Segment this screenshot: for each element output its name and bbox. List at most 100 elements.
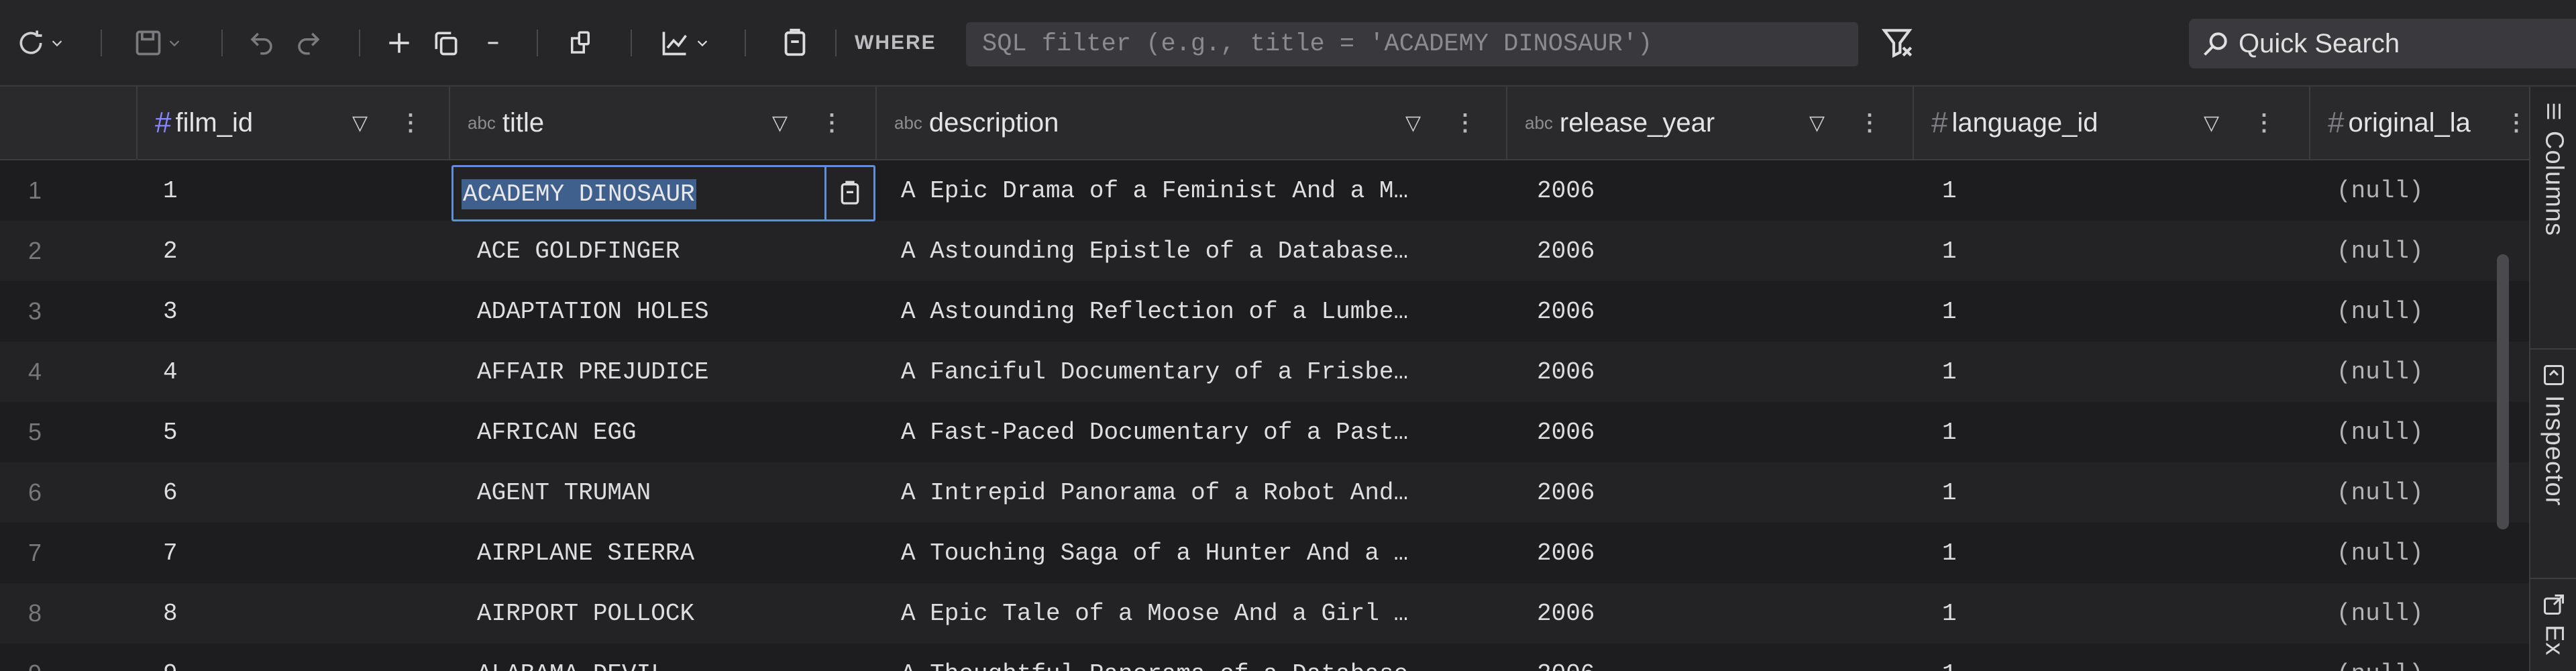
- cell-original-language-id[interactable]: (null): [2337, 462, 2511, 523]
- quick-search-box[interactable]: [2189, 19, 2576, 68]
- cell-description[interactable]: A Astounding Reflection of a Lumbe…: [901, 281, 1491, 342]
- cell-original-language-id[interactable]: (null): [2337, 523, 2511, 583]
- filter-icon[interactable]: ▽: [772, 111, 788, 135]
- cell-release-year[interactable]: 2006: [1537, 583, 1899, 643]
- cell-language-id[interactable]: 1: [1942, 402, 2291, 462]
- cell-release-year[interactable]: 2006: [1537, 160, 1899, 221]
- cell-release-year[interactable]: 2006: [1537, 221, 1899, 281]
- cell-language-id[interactable]: 1: [1942, 462, 2291, 523]
- table-row[interactable]: 4 4 AFFAIR PREJUDICE A Fanciful Document…: [0, 342, 2529, 402]
- cell-film-id[interactable]: 2: [163, 221, 445, 281]
- vertical-scrollbar[interactable]: [2497, 254, 2509, 529]
- tab-inspector[interactable]: Inspector: [2530, 350, 2576, 579]
- cell-title[interactable]: AIRPLANE SIERRA: [477, 523, 866, 583]
- cell-original-language-id[interactable]: (null): [2337, 643, 2511, 671]
- cell-title[interactable]: AFRICAN EGG: [477, 402, 866, 462]
- cell-description[interactable]: A Fast-Paced Documentary of a Past…: [901, 402, 1491, 462]
- duplicate-row-button[interactable]: [423, 0, 470, 85]
- filter-icon[interactable]: ▽: [2204, 111, 2219, 135]
- cell-film-id[interactable]: 9: [163, 643, 445, 671]
- refresh-button[interactable]: [7, 0, 74, 85]
- column-header-language-id[interactable]: # language_id ▽ ⋮: [1914, 87, 2310, 159]
- column-header-title[interactable]: abc title ▽ ⋮: [450, 87, 877, 159]
- cell-film-id[interactable]: 4: [163, 342, 445, 402]
- cell-language-id[interactable]: 1: [1942, 523, 2291, 583]
- redo-button[interactable]: [285, 0, 332, 85]
- cell-description[interactable]: A Fanciful Documentary of a Frisbe…: [901, 342, 1491, 402]
- table-row[interactable]: 2 2 ACE GOLDFINGER A Astounding Epistle …: [0, 221, 2529, 281]
- cell-description[interactable]: A Epic Tale of a Moose And a Girl …: [901, 583, 1491, 643]
- cell-description[interactable]: A Intrepid Panorama of a Robot And…: [901, 462, 1491, 523]
- cell-original-language-id[interactable]: (null): [2337, 342, 2511, 402]
- cell-film-id[interactable]: 3: [163, 281, 445, 342]
- cell-title[interactable]: ACE GOLDFINGER: [477, 221, 866, 281]
- cell-language-id[interactable]: 1: [1942, 221, 2291, 281]
- cell-description[interactable]: A Epic Drama of a Feminist And a M…: [901, 160, 1491, 221]
- cell-original-language-id[interactable]: (null): [2337, 160, 2511, 221]
- tab-export[interactable]: Ex: [2530, 579, 2576, 671]
- table-row[interactable]: 1 1 A Epic Drama of a Feminist And a M… …: [0, 160, 2529, 221]
- cell-film-id[interactable]: 7: [163, 523, 445, 583]
- sql-filter-input[interactable]: [966, 22, 1858, 66]
- cell-release-year[interactable]: 2006: [1537, 342, 1899, 402]
- column-menu-icon[interactable]: ⋮: [820, 109, 843, 136]
- cell-language-id[interactable]: 1: [1942, 342, 2291, 402]
- filter-icon[interactable]: ▽: [1405, 111, 1421, 135]
- filter-icon[interactable]: ▽: [352, 111, 368, 135]
- column-header-description[interactable]: abc description ▽ ⋮: [877, 87, 1507, 159]
- delete-row-button[interactable]: [470, 0, 517, 85]
- table-row[interactable]: 7 7 AIRPLANE SIERRA A Touching Saga of a…: [0, 523, 2529, 583]
- clipboard-button[interactable]: [768, 0, 822, 85]
- undo-button[interactable]: [238, 0, 285, 85]
- add-row-button[interactable]: [376, 0, 423, 85]
- cell-film-id[interactable]: 1: [163, 160, 445, 221]
- cell-film-id[interactable]: 6: [163, 462, 445, 523]
- column-header-original-language-id[interactable]: # original_la ⋮: [2310, 87, 2529, 159]
- column-menu-icon[interactable]: ⋮: [2505, 109, 2528, 136]
- cell-original-language-id[interactable]: (null): [2337, 583, 2511, 643]
- selected-cell-title[interactable]: ACADEMY DINOSAUR: [451, 165, 875, 221]
- cell-description[interactable]: A Thoughtful Panorama of a Database…: [901, 643, 1491, 671]
- column-menu-icon[interactable]: ⋮: [1858, 109, 1881, 136]
- cell-release-year[interactable]: 2006: [1537, 402, 1899, 462]
- cell-title[interactable]: ALABAMA DEVIL: [477, 643, 866, 671]
- cell-description[interactable]: A Touching Saga of a Hunter And a …: [901, 523, 1491, 583]
- cell-title[interactable]: AGENT TRUMAN: [477, 462, 866, 523]
- column-header-film-id[interactable]: # film_id ▽ ⋮: [138, 87, 450, 159]
- cell-original-language-id[interactable]: (null): [2337, 402, 2511, 462]
- cell-title[interactable]: ADAPTATION HOLES: [477, 281, 866, 342]
- cell-original-language-id[interactable]: (null): [2337, 221, 2511, 281]
- table-row[interactable]: 3 3 ADAPTATION HOLES A Astounding Reflec…: [0, 281, 2529, 342]
- clear-filter-button[interactable]: [1865, 0, 1932, 85]
- chart-button[interactable]: [647, 0, 721, 85]
- table-row[interactable]: 5 5 AFRICAN EGG A Fast-Paced Documentary…: [0, 402, 2529, 462]
- selected-cell-text[interactable]: ACADEMY DINOSAUR: [462, 179, 696, 209]
- cell-release-year[interactable]: 2006: [1537, 462, 1899, 523]
- table-row[interactable]: 6 6 AGENT TRUMAN A Intrepid Panorama of …: [0, 462, 2529, 523]
- quick-search-input[interactable]: [2237, 28, 2562, 60]
- cell-film-id[interactable]: 5: [163, 402, 445, 462]
- cell-film-id[interactable]: 8: [163, 583, 445, 643]
- cell-release-year[interactable]: 2006: [1537, 281, 1899, 342]
- column-header-release-year[interactable]: abc release_year ▽ ⋮: [1507, 87, 1914, 159]
- cell-title[interactable]: AFFAIR PREJUDICE: [477, 342, 866, 402]
- cell-release-year[interactable]: 2006: [1537, 523, 1899, 583]
- column-menu-icon[interactable]: ⋮: [1454, 109, 1477, 136]
- save-button[interactable]: [121, 0, 195, 85]
- cell-language-id[interactable]: 1: [1942, 160, 2291, 221]
- tab-columns[interactable]: Columns: [2530, 87, 2576, 350]
- cell-copy-button[interactable]: [824, 167, 873, 219]
- column-menu-icon[interactable]: ⋮: [2253, 109, 2275, 136]
- cell-original-language-id[interactable]: (null): [2337, 281, 2511, 342]
- cell-title[interactable]: AIRPORT POLLOCK: [477, 583, 866, 643]
- table-row[interactable]: 9 9 ALABAMA DEVIL A Thoughtful Panorama …: [0, 643, 2529, 671]
- form-view-button[interactable]: [557, 0, 604, 85]
- cell-language-id[interactable]: 1: [1942, 583, 2291, 643]
- table-row[interactable]: 8 8 AIRPORT POLLOCK A Epic Tale of a Moo…: [0, 583, 2529, 643]
- cell-language-id[interactable]: 1: [1942, 643, 2291, 671]
- cell-description[interactable]: A Astounding Epistle of a Database…: [901, 221, 1491, 281]
- cell-release-year[interactable]: 2006: [1537, 643, 1899, 671]
- filter-icon[interactable]: ▽: [1809, 111, 1825, 135]
- cell-language-id[interactable]: 1: [1942, 281, 2291, 342]
- column-menu-icon[interactable]: ⋮: [399, 109, 422, 136]
